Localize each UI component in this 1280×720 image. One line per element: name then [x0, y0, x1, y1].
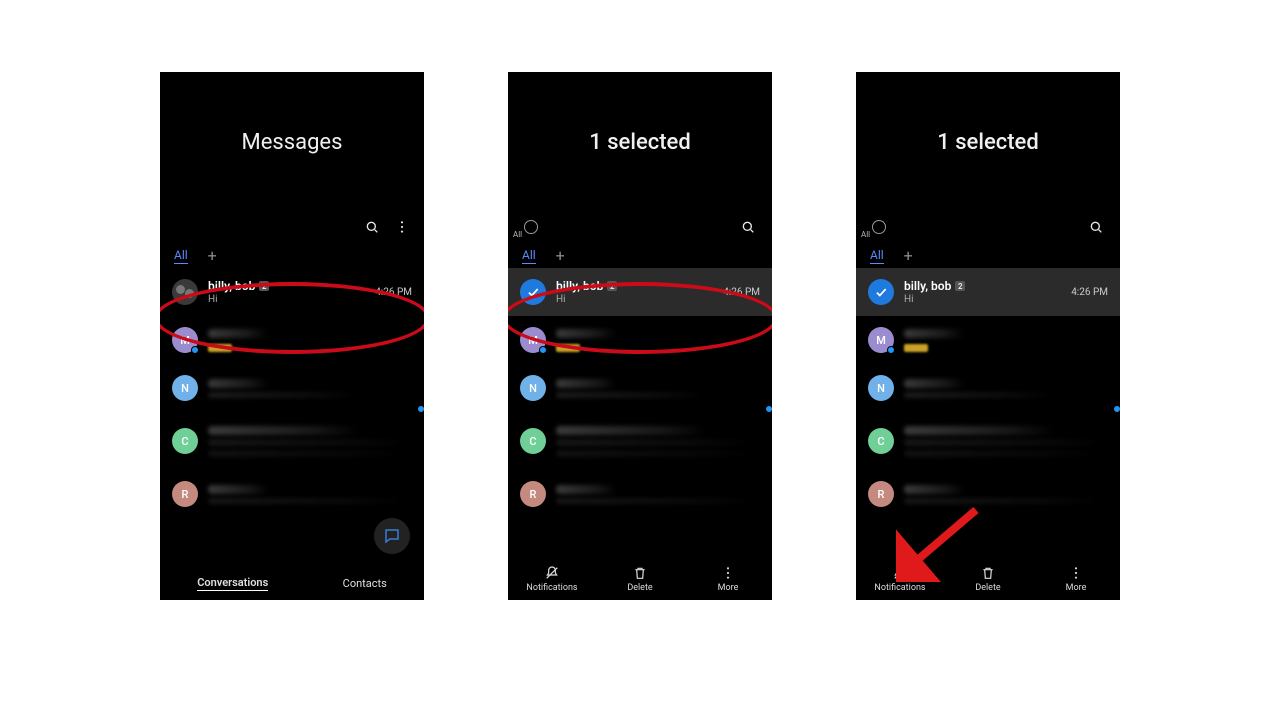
delete-button[interactable]: Delete: [596, 558, 684, 600]
conversation-name: billy, bob: [556, 279, 603, 293]
conversation-name: billy, bob: [208, 279, 255, 293]
selection-action-bar: Notifications Delete More: [856, 558, 1120, 600]
selection-title: 1 selected: [508, 72, 772, 212]
page-title: Messages: [160, 72, 424, 212]
conversation-preview: Hi: [208, 294, 365, 305]
select-all-label: All: [861, 230, 870, 239]
conversation-row-blurred[interactable]: R: [856, 470, 1120, 518]
conversation-name: billy, bob: [904, 279, 951, 293]
toolbar-row: All: [508, 212, 772, 242]
compose-fab[interactable]: [374, 518, 410, 554]
title-text: 1 selected: [589, 130, 690, 155]
member-count-badge: 2: [955, 281, 965, 291]
conversation-row-blurred[interactable]: N: [160, 364, 424, 412]
selection-action-bar: Notifications Delete More: [508, 558, 772, 600]
title-text: 1 selected: [937, 130, 1038, 155]
search-icon[interactable]: [1088, 219, 1104, 235]
avatar: C: [520, 428, 546, 454]
selected-check-icon: [520, 279, 546, 305]
avatar: C: [868, 428, 894, 454]
conversation-row-blurred[interactable]: R: [160, 470, 424, 518]
conversation-row-blurred[interactable]: C: [160, 412, 424, 470]
more-button[interactable]: More: [1032, 558, 1120, 600]
avatar: N: [172, 375, 198, 401]
conversation-row-selected[interactable]: billy, bob 2 Hi 4:26 PM: [856, 268, 1120, 316]
phone-screenshot-3: 1 selected All All + billy, bob 2 Hi 4:2…: [856, 72, 1120, 600]
select-all-label: All: [513, 230, 522, 239]
avatar: N: [520, 375, 546, 401]
avatar: R: [868, 481, 894, 507]
select-all-checkbox[interactable]: [524, 220, 538, 234]
selection-title: 1 selected: [856, 72, 1120, 212]
more-label: More: [718, 583, 739, 593]
member-count-badge: 2: [607, 281, 617, 291]
delete-label: Delete: [627, 583, 652, 593]
avatar: M: [172, 327, 198, 353]
more-button[interactable]: More: [684, 558, 772, 600]
notifications-label: Notifications: [874, 583, 925, 593]
toolbar-row: [160, 212, 424, 242]
delete-button[interactable]: Delete: [944, 558, 1032, 600]
notifications-button[interactable]: Notifications: [856, 558, 944, 600]
bottom-nav: Conversations Contacts: [160, 566, 424, 600]
toolbar-row: All: [856, 212, 1120, 242]
select-all-checkbox[interactable]: [872, 220, 886, 234]
more-label: More: [1066, 583, 1087, 593]
conversation-row-selected[interactable]: billy, bob 2 Hi 4:26 PM: [508, 268, 772, 316]
conversation-row-blurred[interactable]: M: [508, 316, 772, 364]
conversation-time: 4:26 PM: [1071, 287, 1108, 298]
category-tabs: All +: [856, 242, 1120, 268]
group-avatar-icon: [172, 279, 198, 305]
phone-screenshot-2: 1 selected All All + billy, bob 2 Hi 4:2…: [508, 72, 772, 600]
conversation-time: 4:26 PM: [723, 287, 760, 298]
tab-all[interactable]: All: [522, 248, 536, 264]
selected-check-icon: [868, 279, 894, 305]
tab-all[interactable]: All: [174, 248, 188, 264]
conversation-time: 4:26 PM: [375, 287, 412, 298]
category-tabs: All +: [160, 242, 424, 268]
avatar: R: [172, 481, 198, 507]
tab-contacts[interactable]: Contacts: [343, 577, 387, 590]
conversation-row-blurred[interactable]: M: [856, 316, 1120, 364]
notifications-button[interactable]: Notifications: [508, 558, 596, 600]
more-vert-icon[interactable]: [394, 219, 410, 235]
category-tabs: All +: [508, 242, 772, 268]
conversation-row-blurred[interactable]: C: [508, 412, 772, 470]
avatar: M: [520, 327, 546, 353]
title-text: Messages: [242, 130, 343, 155]
conversation-preview: Hi: [556, 294, 713, 305]
conversation-row-blurred[interactable]: R: [508, 470, 772, 518]
member-count-badge: 2: [259, 281, 269, 291]
phone-screenshot-1: Messages All + billy, bob 2 Hi 4:26 PM M…: [160, 72, 424, 600]
conversation-row-blurred[interactable]: C: [856, 412, 1120, 470]
conversation-row-blurred[interactable]: N: [508, 364, 772, 412]
add-category-icon[interactable]: +: [904, 248, 913, 264]
conversation-body: billy, bob 2 Hi: [208, 279, 365, 305]
add-category-icon[interactable]: +: [208, 248, 217, 264]
avatar: R: [520, 481, 546, 507]
avatar: M: [868, 327, 894, 353]
tab-all[interactable]: All: [870, 248, 884, 264]
conversation-preview: Hi: [904, 294, 1061, 305]
avatar: N: [868, 375, 894, 401]
tab-conversations[interactable]: Conversations: [197, 576, 268, 591]
conversation-row-blurred[interactable]: N: [856, 364, 1120, 412]
add-category-icon[interactable]: +: [556, 248, 565, 264]
conversation-row-primary[interactable]: billy, bob 2 Hi 4:26 PM: [160, 268, 424, 316]
avatar: C: [172, 428, 198, 454]
search-icon[interactable]: [364, 219, 380, 235]
search-icon[interactable]: [740, 219, 756, 235]
notifications-label: Notifications: [526, 583, 577, 593]
delete-label: Delete: [975, 583, 1000, 593]
conversation-row-blurred[interactable]: M: [160, 316, 424, 364]
